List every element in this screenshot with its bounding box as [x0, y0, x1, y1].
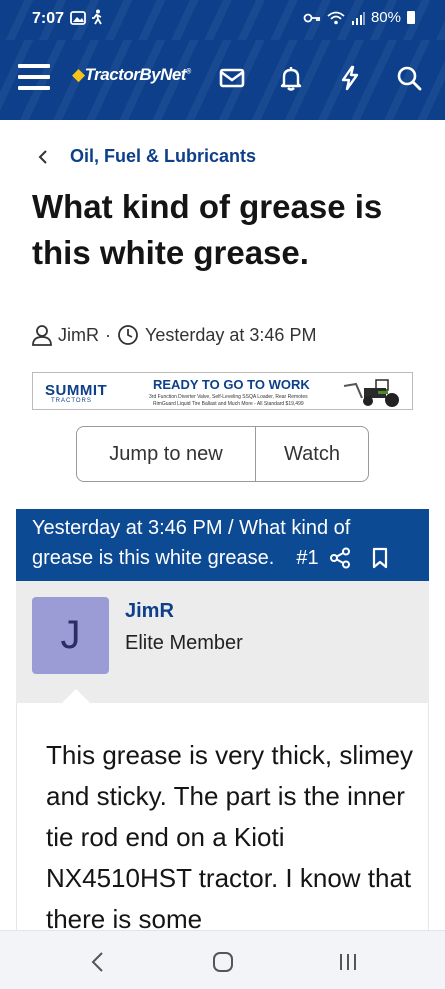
tractor-image [343, 379, 399, 407]
ad-banner[interactable]: SUMMIT TRACTORS READY TO GO TO WORK 3rd … [32, 372, 413, 410]
site-logo[interactable]: ◆TractorByNet® [72, 65, 191, 85]
wifi-icon [327, 11, 345, 24]
mail-icon[interactable] [218, 64, 246, 92]
post-header-line2[interactable]: grease is this white grease. [32, 543, 274, 573]
status-system-icons: 80% [303, 9, 415, 26]
status-notification-icons [70, 9, 104, 28]
status-bar: 7:07 80% [0, 0, 445, 40]
battery-icon [407, 11, 415, 24]
lightning-icon[interactable] [336, 64, 364, 92]
meta-separator: · [105, 324, 111, 345]
bell-icon[interactable] [277, 64, 305, 92]
thread-meta: JimR · Yesterday at 3:46 PM [32, 324, 316, 346]
key-icon [303, 13, 320, 22]
avatar[interactable]: J [32, 597, 109, 674]
thread-title: What kind of grease is this white grease… [32, 188, 383, 271]
battery-percent: 80% [370, 9, 401, 26]
search-icon[interactable] [395, 64, 423, 92]
thread-author-link[interactable]: JimR [58, 325, 99, 346]
system-nav-bar [0, 930, 445, 989]
walk-icon [91, 9, 102, 25]
jump-to-new-button[interactable]: Jump to new [77, 427, 256, 481]
logo-text: TractorByNet [84, 65, 187, 84]
clock-icon [118, 325, 138, 345]
thread-actions: Jump to new Watch [76, 426, 369, 482]
clock: 7:07 [32, 10, 65, 27]
post-header-line1[interactable]: Yesterday at 3:46 PM / What kind of [32, 513, 419, 543]
menu-icon[interactable] [18, 64, 50, 90]
user-icon [32, 325, 52, 346]
post-header: Yesterday at 3:46 PM / What kind of grea… [16, 509, 429, 581]
watch-button[interactable]: Watch [256, 427, 368, 481]
user-title: Elite Member [125, 632, 243, 654]
breadcrumb[interactable]: Oil, Fuel & Lubricants [36, 146, 256, 167]
back-icon[interactable] [84, 947, 114, 977]
post-number-link[interactable]: #1 [296, 543, 318, 573]
ad-headline: READY TO GO TO WORK [153, 377, 310, 392]
speech-notch [62, 689, 90, 703]
chevron-left-icon [38, 149, 47, 164]
home-icon[interactable] [208, 947, 238, 977]
post-body: This grease is very thick, slimey and st… [16, 703, 429, 934]
post-content: This grease is very thick, slimey and st… [46, 740, 413, 934]
ad-fine-print-1: 3rd Function Diverter Valve, Self-Leveli… [149, 394, 308, 400]
thread-time-link[interactable]: Yesterday at 3:46 PM [145, 325, 316, 346]
post-user-block: J JimR Elite Member [16, 581, 429, 703]
signal-icon [351, 11, 365, 25]
breadcrumb-forum-link[interactable]: Oil, Fuel & Lubricants [70, 146, 256, 167]
ad-brand-sub: TRACTORS [51, 398, 92, 404]
site-header: ◆TractorByNet® [0, 40, 445, 120]
image-icon [70, 11, 86, 25]
ad-brand: SUMMIT [45, 382, 108, 399]
recents-icon[interactable] [333, 947, 363, 977]
share-icon[interactable] [329, 547, 351, 569]
bookmark-icon[interactable] [369, 547, 391, 569]
ad-fine-print-2: RimGuard Liquid Tire Ballast and Much Mo… [153, 401, 304, 407]
post-username-link[interactable]: JimR [125, 600, 174, 623]
